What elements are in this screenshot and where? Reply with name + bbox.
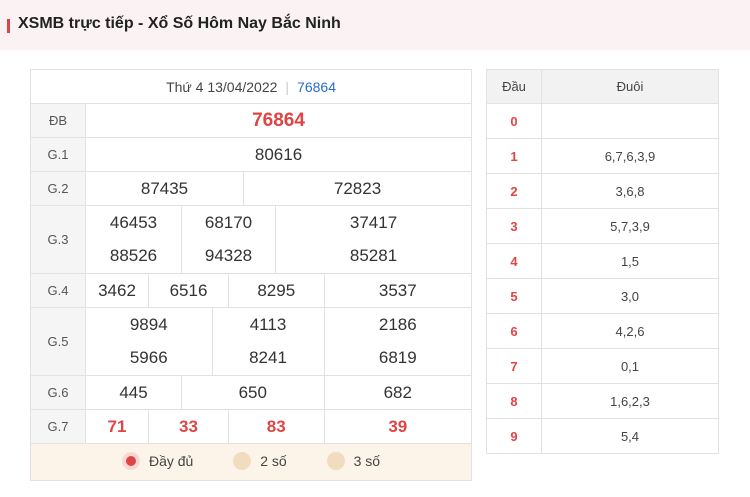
- tail-digits: 1,5: [541, 243, 719, 279]
- prize-number: 94328: [181, 239, 276, 274]
- prize-number: 83: [228, 409, 325, 444]
- prize-label: G.3: [30, 205, 86, 274]
- prize-label: G.5: [30, 307, 86, 376]
- option-label: 2 số: [260, 452, 287, 469]
- prize-number: 445: [85, 375, 182, 410]
- prize-label: G.7: [30, 409, 86, 444]
- option-2-digits[interactable]: 2 số: [233, 451, 287, 470]
- radio-icon[interactable]: [233, 451, 252, 470]
- tail-digits: 4,2,6: [541, 313, 719, 349]
- prize-label: G.6: [30, 375, 86, 410]
- head-tail-table: Đầu Đuôi 0 1 6,7,6,3,9 2 3,6,8 3 5,7,3,9 41…: [486, 69, 719, 454]
- head-digit: 4: [486, 243, 542, 279]
- title-accent-bar: [7, 19, 10, 33]
- prize-number: 33: [148, 409, 229, 444]
- radio-icon[interactable]: [326, 451, 345, 470]
- prize-number: 8241: [211, 341, 325, 376]
- prize-number: 682: [323, 375, 473, 410]
- head-digit: 2: [486, 173, 542, 209]
- page-title: XSMB trực tiếp - Xổ Số Hôm Nay Bắc Ninh: [18, 15, 341, 32]
- radio-selected-icon[interactable]: [121, 451, 140, 470]
- prize-number: 2186: [323, 307, 473, 342]
- prize-number: 71: [85, 409, 149, 444]
- prize-number: 37417: [274, 205, 473, 240]
- special-prize-number: 76864: [84, 103, 473, 138]
- tail-digits: 1,6,2,3: [541, 383, 719, 419]
- head-digit: 1: [486, 138, 542, 174]
- prize-number: 6516: [148, 273, 229, 308]
- prize-number: 39: [323, 409, 473, 444]
- prize-number: 650: [181, 375, 325, 410]
- head-digit: 6: [486, 313, 542, 349]
- page-header: XSMB trực tiếp - Xổ Số Hôm Nay Bắc Ninh: [0, 0, 750, 50]
- option-3-digits[interactable]: 3 số: [326, 451, 381, 470]
- prize-label: G.4: [30, 273, 86, 308]
- draw-code-link[interactable]: 76864: [297, 79, 336, 95]
- prize-number: 85281: [274, 239, 473, 274]
- prize-number: 68170: [181, 205, 276, 240]
- option-label: Đầy đủ: [148, 452, 194, 469]
- head-digit: 9: [486, 418, 542, 454]
- prize-number: 46453: [85, 205, 182, 240]
- prize-number: 5966: [85, 341, 213, 376]
- prize-number: 6819: [323, 341, 473, 376]
- tail-digits: 3,6,8: [541, 173, 719, 209]
- option-label: 3 số: [353, 452, 381, 469]
- prize-number: 3462: [85, 273, 149, 308]
- tail-digits: 5,7,3,9: [541, 208, 719, 244]
- tail-digits: 0,1: [541, 348, 719, 384]
- option-full[interactable]: Đầy đủ: [121, 451, 194, 470]
- head-digit: 3: [486, 208, 542, 244]
- head-digit: 8: [486, 383, 542, 419]
- prize-number: 72823: [242, 171, 473, 206]
- prize-number: 87435: [85, 171, 244, 206]
- tail-digits: [541, 103, 719, 139]
- prize-label: G.2: [30, 171, 86, 206]
- head-digit: 5: [486, 278, 542, 314]
- prize-number: 80616: [84, 137, 473, 172]
- prize-label: ĐB: [30, 103, 86, 138]
- tail-digits: 5,4: [541, 418, 719, 454]
- draw-date: Thứ 4 13/04/2022: [166, 78, 278, 95]
- head-column-header: Đầu: [486, 69, 542, 104]
- tail-digits: 3,0: [541, 278, 719, 314]
- draw-date-bar: Thứ 4 13/04/2022 | 76864: [29, 69, 473, 104]
- prize-label: G.1: [30, 137, 86, 172]
- tail-digits: 6,7,6,3,9: [541, 138, 719, 174]
- head-digit: 0: [486, 103, 542, 139]
- display-options: Đầy đủ 2 số 3 số: [29, 443, 473, 481]
- prize-number: 88526: [85, 239, 182, 274]
- results-table: Thứ 4 13/04/2022 | 76864 ĐB 76864 G.1 8061…: [29, 69, 473, 481]
- prize-number: 3537: [323, 273, 473, 308]
- prize-number: 9894: [85, 307, 213, 342]
- prize-number: 8295: [228, 273, 325, 308]
- tail-column-header: Đuôi: [541, 69, 719, 104]
- prize-number: 4113: [211, 307, 325, 342]
- head-digit: 7: [486, 348, 542, 384]
